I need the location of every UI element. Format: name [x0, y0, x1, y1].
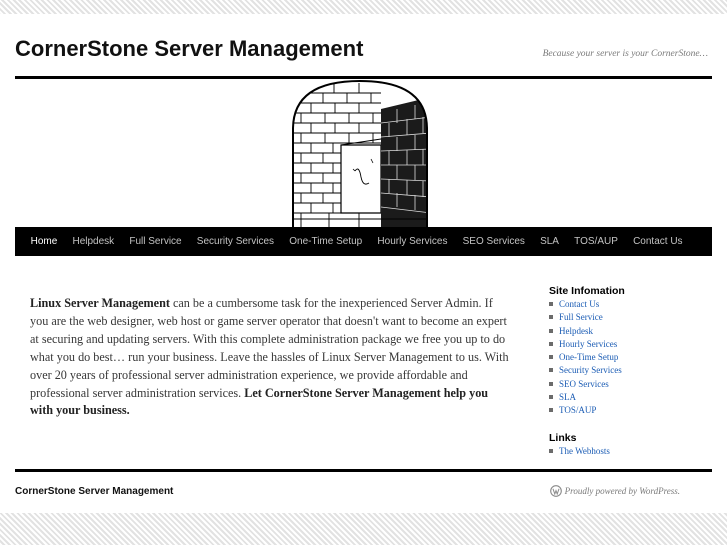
nav-item-home[interactable]: Home [23, 227, 65, 256]
site-description: Because your server is your CornerStone… [542, 49, 708, 59]
sidebar-link-tos-aup[interactable]: TOS/AUP [559, 405, 596, 415]
nav-item-helpdesk[interactable]: Helpdesk [65, 227, 122, 256]
site-title[interactable]: CornerStone Server Management [15, 36, 363, 62]
list-item: Helpdesk [549, 325, 622, 338]
footer-site-title[interactable]: CornerStone Server Management [15, 486, 173, 497]
nav-item-contact-us[interactable]: Contact Us [625, 227, 690, 256]
footer-credit-link[interactable]: Proudly powered by WordPress. [549, 485, 680, 497]
bullet-icon [549, 355, 553, 360]
intro-body: can be a cumbersome task for the inexper… [30, 296, 509, 400]
sidebar-link-hourly-services[interactable]: Hourly Services [559, 339, 617, 349]
nav-item-security-services[interactable]: Security Services [189, 227, 281, 256]
bullet-icon [549, 341, 553, 346]
widget-title-links: Links [549, 432, 577, 444]
nav-item-sla[interactable]: SLA [532, 227, 566, 256]
list-item: Contact Us [549, 298, 622, 311]
bullet-icon [549, 448, 553, 453]
wordpress-logo-icon [549, 485, 562, 497]
sidebar-link-sla[interactable]: SLA [559, 392, 576, 402]
list-item: Security Services [549, 364, 622, 377]
intro-paragraph: Linux Server Management can be a cumbers… [30, 295, 510, 420]
bullet-icon [549, 408, 553, 413]
widget-title-site-information: Site Infomation [549, 285, 625, 297]
sidebar-link-one-time-setup[interactable]: One-Time Setup [559, 352, 618, 362]
sidebar-link-security-services[interactable]: Security Services [559, 365, 622, 375]
nav-item-full-service[interactable]: Full Service [122, 227, 189, 256]
list-item: Full Service [549, 311, 622, 324]
bullet-icon [549, 368, 553, 373]
list-item: One-Time Setup [549, 351, 622, 364]
bullet-icon [549, 301, 553, 306]
nav-item-hourly-services[interactable]: Hourly Services [370, 227, 455, 256]
sidebar-link-helpdesk[interactable]: Helpdesk [559, 326, 593, 336]
list-item: The Webhosts [549, 445, 610, 458]
header-illustration [292, 79, 428, 227]
main-content: Linux Server Management can be a cumbers… [30, 295, 510, 420]
sidebar-link-contact-us[interactable]: Contact Us [559, 299, 599, 309]
nav-item-seo-services[interactable]: SEO Services [455, 227, 532, 256]
bullet-icon [549, 328, 553, 333]
sidebar-link-the-webhosts[interactable]: The Webhosts [559, 446, 610, 456]
site-information-list: Contact Us Full Service Helpdesk Hourly … [549, 298, 622, 418]
list-item: SEO Services [549, 378, 622, 391]
footer-credit-text: Proudly powered by WordPress. [564, 486, 680, 496]
nav-item-one-time-setup[interactable]: One-Time Setup [282, 227, 370, 256]
page-wrapper: CornerStone Server Management Because yo… [0, 14, 727, 513]
bullet-icon [549, 395, 553, 400]
sidebar-link-seo-services[interactable]: SEO Services [559, 379, 609, 389]
intro-lead: Linux Server Management [30, 296, 170, 310]
list-item: Hourly Services [549, 338, 622, 351]
main-navigation: Home Helpdesk Full Service Security Serv… [15, 227, 712, 256]
sidebar-link-full-service[interactable]: Full Service [559, 312, 603, 322]
footer-divider [15, 469, 712, 472]
list-item: TOS/AUP [549, 404, 622, 417]
list-item: SLA [549, 391, 622, 404]
bullet-icon [549, 315, 553, 320]
links-list: The Webhosts [549, 445, 610, 458]
bullet-icon [549, 381, 553, 386]
nav-item-tos-aup[interactable]: TOS/AUP [567, 227, 626, 256]
